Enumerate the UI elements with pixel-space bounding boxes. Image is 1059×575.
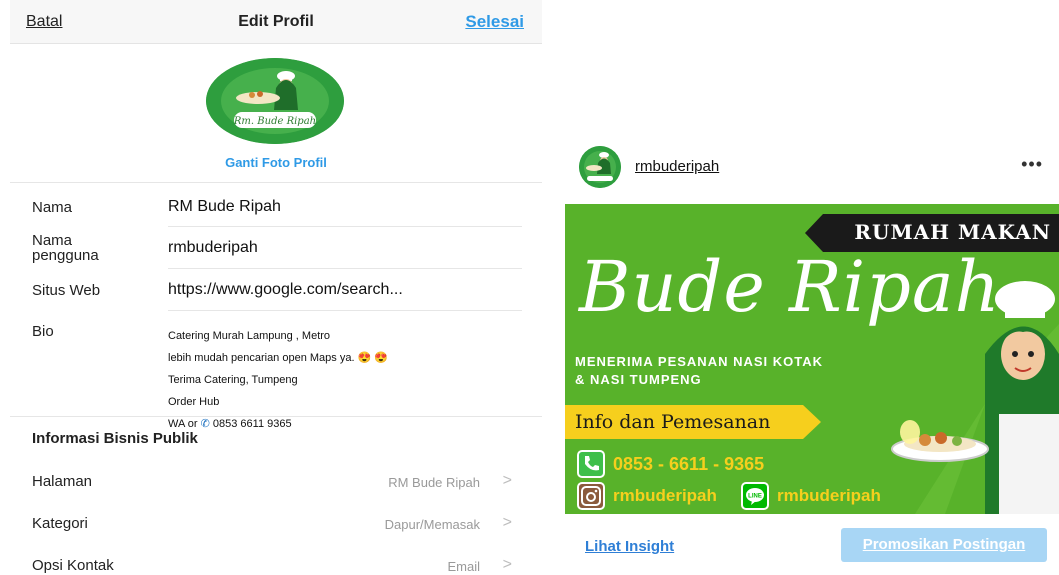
bio-line: WA or ✆ 0853 6611 9365 bbox=[168, 419, 528, 430]
divider bbox=[168, 310, 522, 311]
business-row-category-value: Dapur/Memasak bbox=[384, 517, 480, 532]
name-field[interactable]: RM Bude Ripah bbox=[168, 198, 281, 216]
line-app-icon: LINE bbox=[741, 482, 769, 510]
restaurant-logo-icon bbox=[579, 146, 621, 188]
website-field[interactable]: https://www.google.com/search... bbox=[168, 281, 403, 299]
divider bbox=[168, 268, 522, 269]
username-field[interactable]: rmbuderipah bbox=[168, 239, 258, 257]
instagram-icon bbox=[577, 482, 605, 510]
business-row-page-label[interactable]: Halaman bbox=[32, 473, 92, 490]
post-avatar[interactable] bbox=[579, 146, 621, 188]
logo-text: Rm. Bude Ripah bbox=[233, 116, 316, 127]
page-title: Edit Profil bbox=[238, 13, 314, 30]
nav-bar: Batal Edit Profil Selesai bbox=[10, 0, 542, 44]
banner-line-id: rmbuderipah bbox=[777, 486, 881, 505]
bio-line: Terima Catering, Tumpeng bbox=[168, 374, 298, 386]
divider bbox=[168, 226, 522, 227]
chevron-right-icon: > bbox=[502, 472, 512, 489]
restaurant-logo-icon: Rm. Bude Ripah bbox=[206, 58, 344, 144]
chevron-right-icon: > bbox=[502, 514, 512, 531]
edit-profile-panel: Batal Edit Profil Selesai Rm. Bude Ripah… bbox=[10, 0, 542, 575]
bio-label: Bio bbox=[32, 323, 54, 340]
business-row-contact-value: Email bbox=[447, 559, 480, 574]
username-label-line2: pengguna bbox=[32, 247, 99, 264]
banner-instagram: rmbuderipah bbox=[613, 486, 717, 505]
phone-icon bbox=[577, 450, 605, 478]
business-row-page-value: RM Bude Ripah bbox=[388, 475, 480, 490]
business-row-category-label[interactable]: Kategori bbox=[32, 515, 88, 532]
username-label-line1: Nama bbox=[32, 232, 73, 249]
bio-line: Catering Murah Lampung , Metro bbox=[168, 330, 331, 342]
chevron-right-icon: > bbox=[502, 556, 512, 573]
more-icon[interactable]: ••• bbox=[1021, 154, 1043, 175]
phone-icon: ✆ bbox=[200, 418, 210, 430]
business-row-contact-label[interactable]: Opsi Kontak bbox=[32, 557, 114, 574]
banner-subtitle-line2: & NASI TUMPENG bbox=[575, 372, 702, 387]
post-panel: rmbuderipah ••• RUMAH MAKAN Bude Ripah M… bbox=[565, 132, 1059, 575]
banner-tag: RUMAH MAKAN bbox=[854, 220, 1051, 244]
svg-text:LINE: LINE bbox=[748, 494, 762, 500]
banner-info-label: Info dan Pemesanan bbox=[575, 411, 771, 433]
heart-eyes-emoji-icon: 😍 😍 bbox=[357, 352, 389, 364]
business-section-title: Informasi Bisnis Publik bbox=[32, 430, 198, 447]
bio-line: Order Hub bbox=[168, 396, 220, 408]
done-button[interactable]: Selesai bbox=[465, 12, 524, 32]
bio-line: lebih mudah pencarian open Maps ya. 😍 😍 bbox=[168, 353, 528, 364]
bio-text: lebih mudah pencarian open Maps ya. bbox=[168, 352, 355, 364]
view-insight-link[interactable]: Lihat Insight bbox=[585, 538, 674, 555]
divider bbox=[10, 182, 542, 183]
profile-avatar[interactable]: Rm. Bude Ripah bbox=[206, 58, 344, 144]
post-username[interactable]: rmbuderipah bbox=[635, 158, 719, 175]
bio-phone: 0853 6611 9365 bbox=[212, 418, 292, 430]
promote-post-button[interactable]: Promosikan Postingan bbox=[841, 528, 1047, 562]
banner-subtitle-line1: MENERIMA PESANAN NASI KOTAK bbox=[575, 354, 824, 369]
bio-field[interactable]: Catering Murah Lampung , Metro lebih mud… bbox=[168, 320, 528, 441]
name-label: Nama bbox=[32, 199, 73, 216]
divider bbox=[10, 416, 542, 417]
bio-text: WA or bbox=[168, 418, 198, 430]
change-photo-link[interactable]: Ganti Foto Profil bbox=[10, 155, 542, 170]
website-label: Situs Web bbox=[32, 282, 101, 299]
banner-phone: 0853 - 6611 - 9365 bbox=[613, 454, 765, 474]
post-image: RUMAH MAKAN Bude Ripah MENERIMA PESANAN … bbox=[565, 204, 1059, 514]
banner-title: Bude Ripah bbox=[579, 246, 1001, 328]
